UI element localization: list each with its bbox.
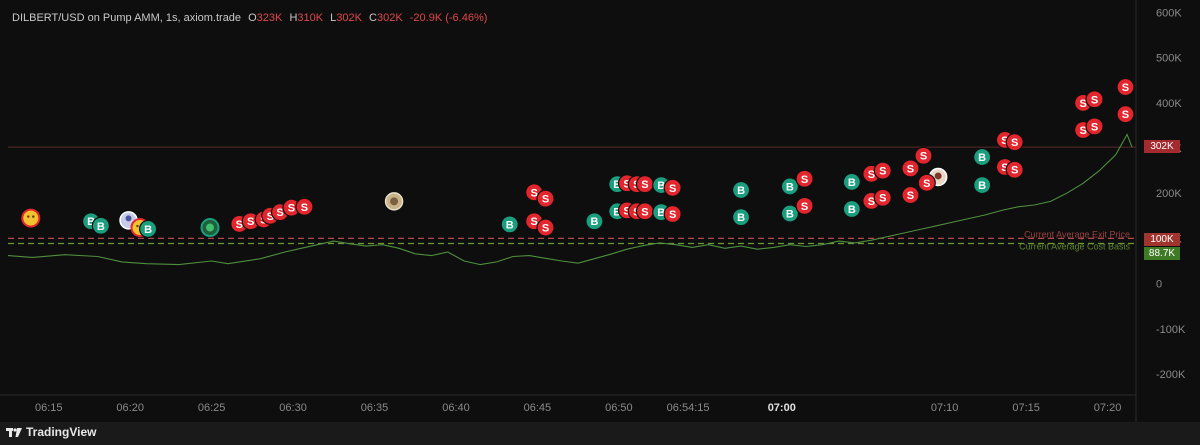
sell-marker-label: S [907, 190, 914, 202]
x-tick-label: 06:25 [198, 402, 226, 414]
buy-marker-label: B [848, 177, 856, 189]
y-tick-label: -200K [1156, 369, 1186, 381]
chart-frame: 600K500K400K300K200K100K0-100K-200K06:15… [0, 0, 1200, 445]
y-tick-label: -100K [1156, 324, 1186, 336]
sell-marker-label: S [1122, 82, 1129, 94]
c-value: 302K [377, 12, 403, 24]
sell-marker-label: S [1011, 165, 1018, 177]
x-tick-label: 06:45 [524, 402, 552, 414]
ohlc-legend: DILBERT/USD on Pump AMM, 1s, axiom.trade… [12, 12, 491, 24]
buy-marker-label: B [506, 219, 514, 231]
x-tick-label: 07:15 [1012, 402, 1040, 414]
price-series-line [7, 133, 1133, 266]
sell-marker-label: S [641, 206, 648, 218]
exit-price-label: Current Average Exit Price [1024, 229, 1130, 239]
x-tick-label: 06:35 [361, 402, 389, 414]
tradingview-brand: TradingView [26, 425, 97, 439]
buy-marker-label: B [97, 221, 105, 233]
buy-marker-label: B [144, 224, 152, 236]
x-tick-label: 06:20 [116, 402, 144, 414]
x-tick-label: 06:54:15 [667, 402, 710, 414]
l-value: 302K [336, 12, 362, 24]
user-avatar-head-icon [125, 215, 132, 222]
cost-basis-tag: 88.7K [1144, 247, 1180, 260]
sell-marker-label: S [879, 166, 886, 178]
symbol-title[interactable]: DILBERT/USD on Pump AMM, 1s, axiom.trade [12, 12, 241, 24]
buy-marker-label: B [590, 216, 598, 228]
chart-panel[interactable]: 600K500K400K300K200K100K0-100K-200K06:15… [0, 0, 1200, 422]
sell-marker-label: S [288, 203, 295, 215]
last-price-tag: 302K [1144, 140, 1180, 153]
buy-marker-label: B [737, 212, 745, 224]
tradingview-icon [6, 428, 22, 437]
user-avatar-head-icon [934, 172, 942, 180]
sell-marker-label: S [1122, 109, 1129, 121]
buy-marker-label: B [978, 180, 986, 192]
frog-face-icon [205, 223, 214, 232]
buy-marker-label: B [848, 204, 856, 216]
sell-marker-label: S [907, 163, 914, 175]
price-plot[interactable]: 600K500K400K300K200K100K0-100K-200K06:15… [0, 0, 1200, 422]
sell-marker-label: S [669, 183, 676, 195]
x-tick-label: 07:00 [768, 402, 796, 414]
tradingview-logo[interactable]: TradingView [6, 425, 96, 439]
sell-marker-label: S [801, 174, 808, 186]
sell-marker-label: S [247, 216, 254, 228]
x-tick-label: 06:30 [279, 402, 307, 414]
buy-marker-label: B [786, 209, 794, 221]
o-value: 323K [256, 12, 283, 24]
h-value: 310K [297, 12, 324, 24]
sell-marker-label: S [542, 223, 549, 235]
y-tick-label: 600K [1156, 8, 1182, 20]
change-value: -20.9K (-6.46%) [409, 12, 488, 24]
x-tick-label: 06:40 [442, 402, 470, 414]
cost-basis-label: Current Average Cost Basis [1019, 242, 1130, 252]
sell-marker-label: S [879, 193, 886, 205]
sell-marker-label: S [641, 179, 648, 191]
x-tick-label: 07:20 [1094, 402, 1122, 414]
exit-price-tag: 100K [1144, 233, 1180, 246]
y-tick-label: 0 [1156, 279, 1162, 291]
buy-marker-label: B [978, 152, 986, 164]
sell-marker-label: S [920, 151, 927, 163]
y-tick-label: 500K [1156, 53, 1182, 65]
emoji-eye-icon [27, 215, 30, 218]
sell-marker-label: S [801, 201, 808, 213]
c-label: C [369, 12, 377, 24]
footer-bar: TradingView [0, 422, 1200, 445]
o-label: O [248, 12, 257, 24]
y-tick-label: 400K [1156, 98, 1182, 110]
sell-marker-label: S [301, 202, 308, 214]
emoji-eye-icon [32, 215, 35, 218]
emoji-avatar-icon[interactable] [21, 208, 41, 228]
emoji-eye-icon [136, 224, 139, 228]
sell-marker-label: S [1011, 137, 1018, 149]
y-tick-label: 200K [1156, 188, 1182, 200]
x-tick-label: 07:10 [931, 402, 959, 414]
sell-marker-label: S [542, 194, 549, 206]
sell-marker-label: S [1091, 121, 1098, 133]
buy-marker-label: B [786, 181, 794, 193]
sell-marker-label: S [923, 178, 930, 190]
buy-marker-label: B [737, 185, 745, 197]
sell-marker-label: S [669, 209, 676, 221]
sell-marker-label: S [1091, 94, 1098, 106]
x-tick-label: 06:50 [605, 402, 633, 414]
cat-face-icon [390, 197, 399, 206]
x-tick-label: 06:15 [35, 402, 63, 414]
